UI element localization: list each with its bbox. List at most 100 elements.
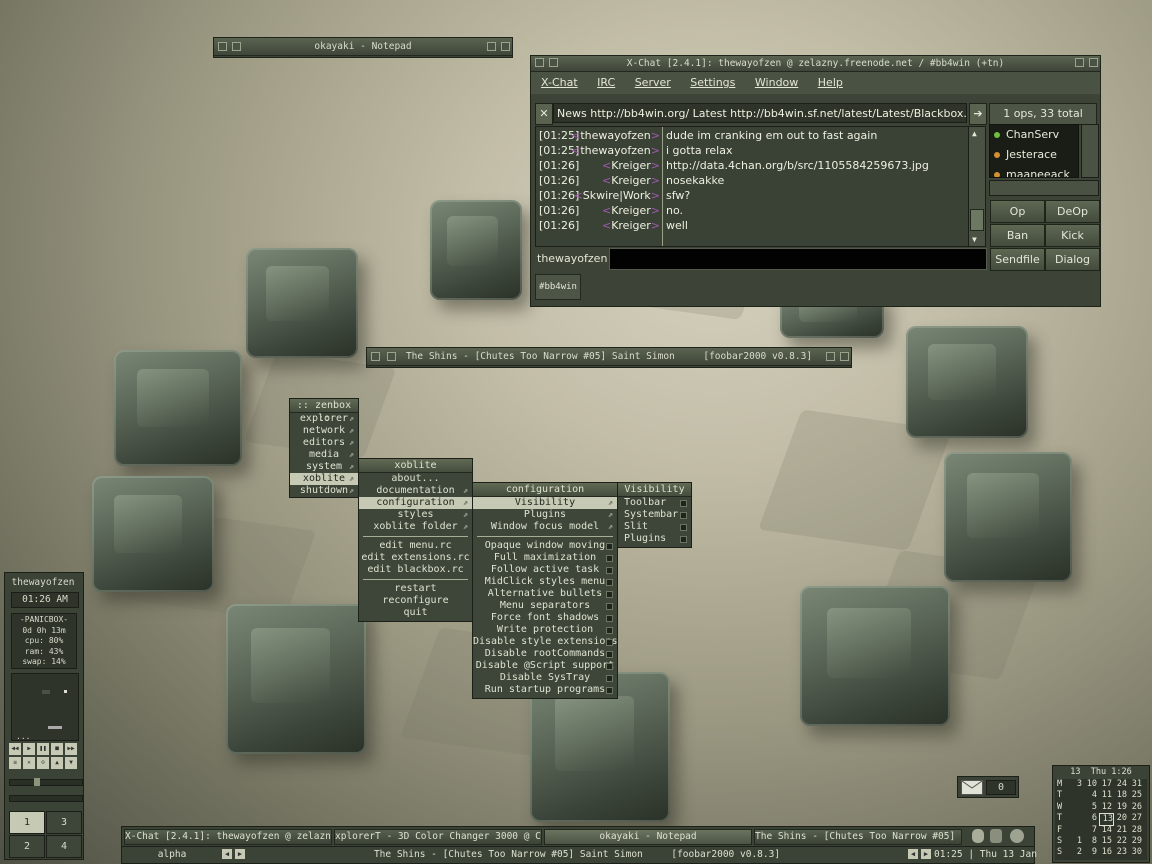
menu-item-config-option[interactable]: Follow active task bbox=[473, 564, 617, 576]
calendar-date[interactable]: 11 bbox=[1099, 790, 1112, 801]
menu-item-styles[interactable]: styles ⇗ bbox=[359, 509, 472, 521]
playlist-icon[interactable]: ≡ bbox=[9, 757, 21, 769]
calendar-date[interactable]: 1 bbox=[1069, 836, 1082, 847]
play-icon[interactable]: ▶ bbox=[23, 743, 35, 755]
chat-nick[interactable]: <Kreiger> bbox=[602, 173, 660, 188]
menu-item-shutdown[interactable]: shutdown ⇗ bbox=[290, 485, 358, 497]
tray-app-icon[interactable] bbox=[972, 829, 984, 843]
nick-label[interactable]: thewayofzen bbox=[537, 252, 607, 265]
menu-item-about[interactable]: about... bbox=[359, 473, 472, 485]
menu-item-vis-plugins[interactable]: Plugins bbox=[618, 533, 691, 545]
workspace-2[interactable]: 2 bbox=[9, 835, 45, 858]
menu-item-config-option[interactable]: Disable @Script support bbox=[473, 660, 617, 672]
calendar-date[interactable]: 18 bbox=[1114, 790, 1127, 801]
workspace-1[interactable]: 1 bbox=[9, 811, 45, 834]
calendar-date[interactable]: 6 bbox=[1084, 813, 1097, 824]
calendar-date[interactable]: 24 bbox=[1114, 779, 1127, 790]
chat-nick[interactable]: <Kreiger> bbox=[602, 218, 660, 233]
chat-nick[interactable]: <thewayofzen> bbox=[571, 143, 660, 158]
task-foobar[interactable]: The Shins - [Chutes Too Narrow #05] ... bbox=[754, 829, 962, 845]
menu-item-window-focus-model[interactable]: Window focus model ⇗ bbox=[473, 521, 617, 533]
menu-item-config-option[interactable]: Force font shadows bbox=[473, 612, 617, 624]
chat-nick[interactable]: <Skwire|Work> bbox=[574, 188, 660, 203]
close-icon[interactable] bbox=[840, 352, 849, 361]
calendar-date[interactable]: 26 bbox=[1129, 802, 1142, 813]
shade-icon[interactable] bbox=[387, 352, 396, 361]
calendar-date[interactable]: 5 bbox=[1084, 802, 1097, 813]
volume-knob[interactable] bbox=[34, 778, 40, 786]
chat-nick[interactable]: <Kreiger> bbox=[602, 203, 660, 218]
minimize-icon[interactable] bbox=[371, 352, 380, 361]
chat-scrollbar[interactable]: ▲ ▼ bbox=[968, 126, 986, 247]
topic-arrow-icon[interactable]: ➔ bbox=[969, 103, 987, 125]
menu-item-plugins[interactable]: Plugins ⇗ bbox=[473, 509, 617, 521]
menu-item-xoblite-folder[interactable]: xoblite folder ⇗ bbox=[359, 521, 472, 533]
menu-item-config-option[interactable]: Opaque window moving bbox=[473, 540, 617, 552]
menu-item-documentation[interactable]: documentation ⇗ bbox=[359, 485, 472, 497]
calendar-date[interactable]: 2 bbox=[1069, 847, 1082, 858]
user-item[interactable]: maaneeack bbox=[990, 165, 1078, 177]
xchat-window[interactable]: X-Chat [2.4.1]: thewayofzen @ zelazny.fr… bbox=[530, 55, 1101, 307]
menu-item-slit[interactable]: Slit bbox=[618, 521, 691, 533]
calendar-date[interactable]: 7 bbox=[1084, 825, 1097, 836]
menu-irc[interactable]: IRC bbox=[597, 76, 615, 89]
op-button[interactable]: Op bbox=[990, 200, 1045, 223]
calendar-date[interactable]: 25 bbox=[1129, 790, 1142, 801]
maximize-icon[interactable] bbox=[826, 352, 835, 361]
menu-item-config-option[interactable]: Disable SysTray bbox=[473, 672, 617, 684]
menu-item-system[interactable]: system ⇗ bbox=[290, 461, 358, 473]
repeat-icon[interactable]: ⊙ bbox=[37, 757, 49, 769]
forward-icon[interactable]: ▶▶ bbox=[65, 743, 77, 755]
topic-field[interactable]: News http://bb4win.org/ Latest http://bb… bbox=[553, 103, 967, 123]
kick-button[interactable]: Kick bbox=[1045, 224, 1100, 247]
task-notepad[interactable]: okayaki - Notepad bbox=[544, 829, 752, 845]
calendar-date[interactable]: 30 bbox=[1129, 847, 1142, 858]
maximize-icon[interactable] bbox=[1075, 58, 1084, 67]
menu-item-reconfigure[interactable]: reconfigure bbox=[359, 595, 472, 607]
calendar-date[interactable]: 8 bbox=[1084, 836, 1097, 847]
seek-slider[interactable] bbox=[9, 795, 83, 802]
calendar-date[interactable]: 16 bbox=[1099, 847, 1112, 858]
calendar-date[interactable]: 17 bbox=[1099, 779, 1112, 790]
window-prev-button[interactable]: ◀ bbox=[908, 849, 918, 859]
calendar-date[interactable]: 21 bbox=[1114, 825, 1127, 836]
menu-item-config-option[interactable]: Disable rootCommands bbox=[473, 648, 617, 660]
xchat-titlebar[interactable]: X-Chat [2.4.1]: thewayofzen @ zelazny.fr… bbox=[531, 56, 1100, 72]
shuffle-icon[interactable]: ✕ bbox=[23, 757, 35, 769]
calendar-date[interactable]: 28 bbox=[1129, 825, 1142, 836]
dialog-button[interactable]: Dialog bbox=[1045, 248, 1100, 271]
menu-item-network[interactable]: network ⇗ bbox=[290, 425, 358, 437]
ban-button[interactable]: Ban bbox=[990, 224, 1045, 247]
maximize-icon[interactable] bbox=[487, 42, 496, 51]
pager-preview[interactable]: ... bbox=[11, 673, 79, 741]
calendar-date[interactable]: 31 bbox=[1129, 779, 1142, 790]
shade-icon[interactable] bbox=[232, 42, 241, 51]
window-next-button[interactable]: ▶ bbox=[921, 849, 931, 859]
calendar-date[interactable]: 9 bbox=[1084, 847, 1097, 858]
menu-item-explorer[interactable]: explorer ⇗ bbox=[290, 413, 358, 425]
calendar-date[interactable]: 27 bbox=[1129, 813, 1142, 824]
user-item[interactable]: Jesterace bbox=[990, 145, 1078, 165]
calendar-date[interactable]: 14 bbox=[1099, 825, 1112, 836]
calendar-date[interactable]: 22 bbox=[1114, 836, 1127, 847]
foobar-titlebar[interactable]: The Shins - [Chutes Too Narrow #05] Sain… bbox=[367, 348, 851, 366]
close-icon[interactable] bbox=[501, 42, 510, 51]
up-icon[interactable]: ▲ bbox=[51, 757, 63, 769]
workspace-prev-button[interactable]: ◀ bbox=[222, 849, 232, 859]
user-list-scrollbar[interactable] bbox=[1081, 124, 1099, 178]
calendar-date[interactable]: 4 bbox=[1084, 790, 1097, 801]
message-input[interactable] bbox=[609, 248, 987, 270]
menu-item-configuration[interactable]: configuration ⇗ bbox=[359, 497, 472, 509]
user-item[interactable]: ChanServ bbox=[990, 125, 1078, 145]
menu-item-xoblite[interactable]: xoblite ⇗ bbox=[290, 473, 358, 485]
menu-item-config-option[interactable]: Menu separators bbox=[473, 600, 617, 612]
calendar-date[interactable]: 20 bbox=[1114, 813, 1127, 824]
workspace-4[interactable]: 4 bbox=[46, 835, 82, 858]
menu-item-visibility[interactable]: Visibility ⇗ bbox=[473, 497, 617, 509]
deop-button[interactable]: DeOp bbox=[1045, 200, 1100, 223]
menu-item-config-option[interactable]: Full maximization bbox=[473, 552, 617, 564]
menu-item-toolbar[interactable]: Toolbar bbox=[618, 497, 691, 509]
notepad-titlebar[interactable]: okayaki - Notepad bbox=[214, 38, 512, 56]
sendfile-button[interactable]: Sendfile bbox=[990, 248, 1045, 271]
tray-speaker-icon[interactable] bbox=[1010, 829, 1024, 843]
